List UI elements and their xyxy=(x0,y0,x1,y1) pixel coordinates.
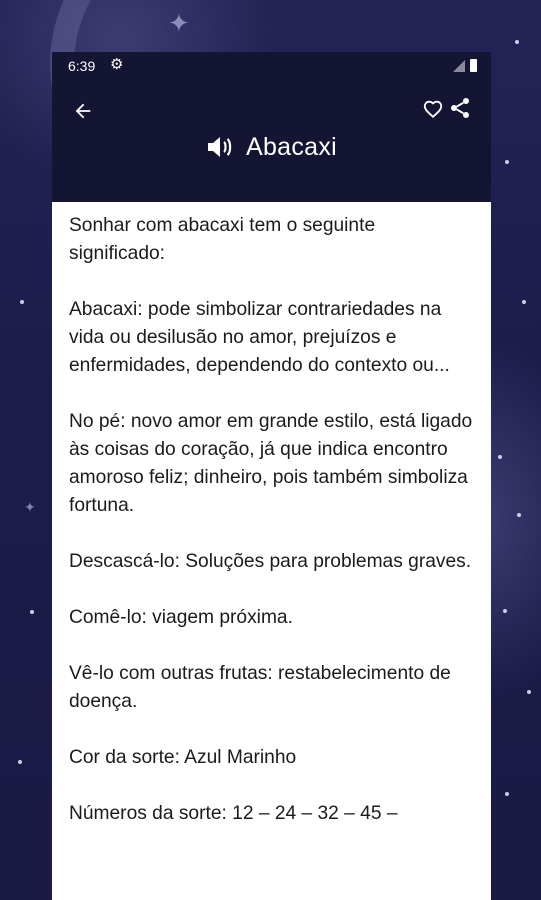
star-dot xyxy=(522,300,526,304)
star-dot xyxy=(527,690,531,694)
star-decoration: ✦ xyxy=(168,8,190,38)
paragraph-meaning: Abacaxi: pode simbolizar contrariedades … xyxy=(69,299,450,376)
page-title: Abacaxi xyxy=(245,132,338,161)
star-dot xyxy=(505,792,509,796)
signal-icon xyxy=(453,60,465,72)
paragraph-descasca: Descascá-lo: Soluções para problemas gra… xyxy=(69,551,472,572)
star-dot xyxy=(515,40,519,44)
star-decoration: ✦ xyxy=(24,499,36,515)
paragraph-no-pe: No pé: novo amor em grande estilo, está … xyxy=(69,411,473,516)
paragraph-lucky-numbers: Números da sorte: 12 – 24 – 32 – 45 – xyxy=(69,803,398,824)
app-screen: 6:39 ⚙ Abacaxi Sonhar com abacaxi tem o xyxy=(52,52,491,900)
meaning-card[interactable]: Sonhar com abacaxi tem o seguinte signif… xyxy=(52,202,491,900)
star-dot xyxy=(18,760,22,764)
paragraph-come: Comê-lo: viagem próxima. xyxy=(69,607,293,628)
star-dot xyxy=(30,610,34,614)
status-time: 6:39 xyxy=(68,58,96,74)
paragraph-ve: Vê-lo com outras frutas: restabeleciment… xyxy=(69,663,451,712)
star-dot xyxy=(498,455,502,459)
star-dot xyxy=(503,609,507,613)
status-bar: 6:39 ⚙ xyxy=(52,52,491,80)
share-icon xyxy=(451,98,469,118)
battery-icon xyxy=(470,59,477,72)
paragraph-lucky-color: Cor da sorte: Azul Marinho xyxy=(69,747,297,768)
arrow-back-icon xyxy=(75,103,91,119)
heart-outline-icon xyxy=(423,100,443,119)
star-dot xyxy=(505,160,509,164)
paragraph-intro: Sonhar com abacaxi tem o seguinte signif… xyxy=(69,215,376,264)
star-dot xyxy=(20,300,24,304)
share-button[interactable] xyxy=(448,96,472,122)
back-button[interactable] xyxy=(68,96,98,126)
favorite-button[interactable] xyxy=(420,95,446,123)
speaker-icon[interactable] xyxy=(206,135,234,159)
title-row: Abacaxi xyxy=(52,130,491,164)
star-dot xyxy=(517,513,521,517)
gear-icon: ⚙ xyxy=(110,56,124,73)
